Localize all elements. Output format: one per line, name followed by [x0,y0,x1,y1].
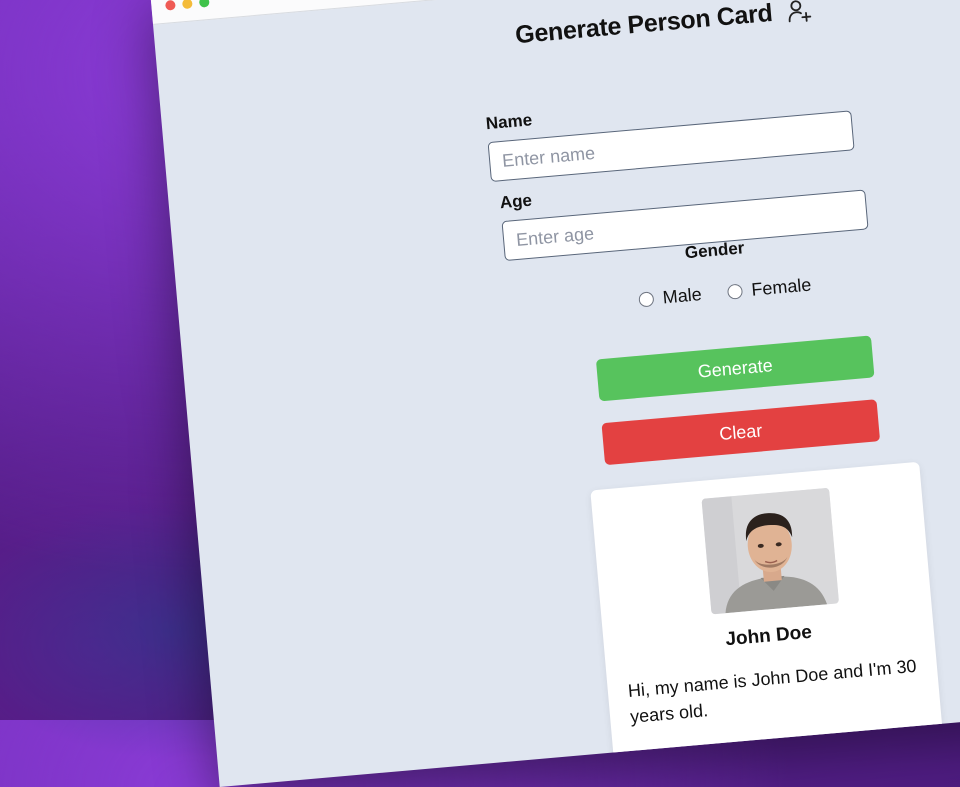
card-name: John Doe [724,621,813,651]
name-label: Name [485,110,533,134]
female-radio-label: Female [750,274,813,300]
page-title: Generate Person Card [514,0,774,50]
window-controls [164,0,210,11]
name-input[interactable] [487,110,855,183]
page-header: Generate Person Card [514,0,813,50]
card-bio: Hi, my name is John Doe and I'm 30 years… [627,655,918,727]
page-content: Generate Person Card Name Age Gender Mal… [153,0,960,787]
gender-radio-group: Male Female [638,275,812,311]
person-photo [701,487,840,615]
minimize-window-button[interactable] [181,0,193,10]
female-radio-button[interactable] [726,283,744,300]
person-add-icon [788,0,812,22]
avatar [701,487,840,615]
male-radio-button[interactable] [638,291,655,308]
generate-button[interactable]: Generate [595,335,875,402]
clear-button[interactable]: Clear [601,399,881,466]
gender-option-male[interactable]: Male [638,284,703,310]
gender-label: Gender [684,238,746,263]
browser-window: Generate Person Card Name Age Gender Mal… [150,0,960,787]
age-label: Age [499,190,533,213]
person-card: John Doe Hi, my name is John Doe and I'm… [590,461,947,787]
male-radio-label: Male [661,284,703,308]
maximize-window-button[interactable] [198,0,210,8]
close-window-button[interactable] [164,0,176,11]
gender-option-female[interactable]: Female [726,274,813,303]
